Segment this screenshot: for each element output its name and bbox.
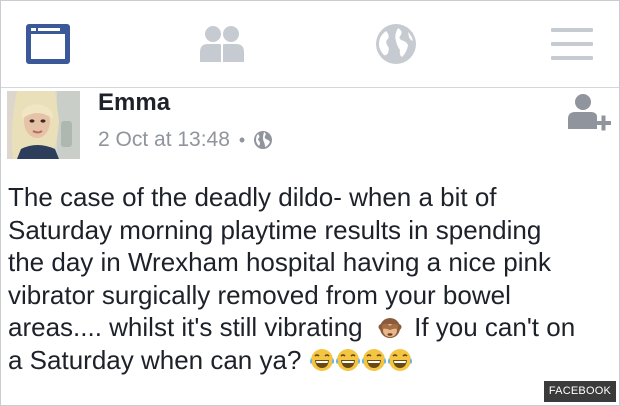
- post-timestamp[interactable]: 2 Oct at 13:48: [98, 125, 230, 155]
- post-text-line: vibrator surgically removed from your bo…: [8, 279, 511, 310]
- post-author-name[interactable]: Emma: [98, 87, 170, 119]
- post-text-line: The case of the deadly dildo- when a bit…: [8, 182, 497, 212]
- nav-tab-news-feed[interactable]: [1, 1, 108, 87]
- laughing-tears-emoji: [309, 348, 334, 371]
- top-nav-bar: [1, 1, 619, 88]
- post-text-line: Saturday morning playtime results in spe…: [8, 214, 542, 245]
- globe-icon: [254, 131, 273, 149]
- see-no-evil-monkey-emoji: [378, 318, 402, 338]
- add-friend-icon: [568, 94, 611, 131]
- laughing-tears-emoji: [361, 348, 386, 371]
- laughing-tears-emoji: [387, 348, 412, 371]
- add-friend-button[interactable]: [566, 93, 612, 135]
- nav-tab-friends[interactable]: [162, 1, 282, 87]
- screenshot-frame: Emma 2 Oct at 13:48 • The case of the de…: [0, 0, 620, 406]
- post-text-line-with-emoji: a Saturday when can ya?: [8, 344, 613, 377]
- post-text-line: the day in Wrexham hospital having a nic…: [8, 247, 551, 277]
- post-text-segment: areas.... whilst it's still vibrating: [8, 312, 363, 342]
- post-text-line-with-emoji: areas.... whilst it's still vibrating If…: [8, 311, 613, 344]
- laughing-emoji-group: [301, 345, 412, 375]
- nav-tab-notifications[interactable]: [336, 1, 456, 87]
- source-watermark: FACEBOOK: [543, 381, 616, 402]
- avatar[interactable]: [7, 91, 80, 159]
- friends-icon: [200, 26, 244, 62]
- profile-photo: [7, 91, 80, 159]
- nav-tab-menu[interactable]: [512, 1, 619, 87]
- post-text-segment: a Saturday when can ya?: [8, 344, 302, 375]
- news-feed-icon: [26, 24, 70, 64]
- post-body: The case of the deadly dildo- when a bit…: [8, 181, 613, 376]
- post-text-segment: If you can't on: [414, 312, 576, 342]
- laughing-tears-emoji: [335, 348, 360, 371]
- meta-separator: •: [238, 130, 246, 150]
- menu-icon: [551, 28, 593, 60]
- post-meta: 2 Oct at 13:48 •: [98, 125, 273, 155]
- globe-notifications-icon: [376, 24, 416, 64]
